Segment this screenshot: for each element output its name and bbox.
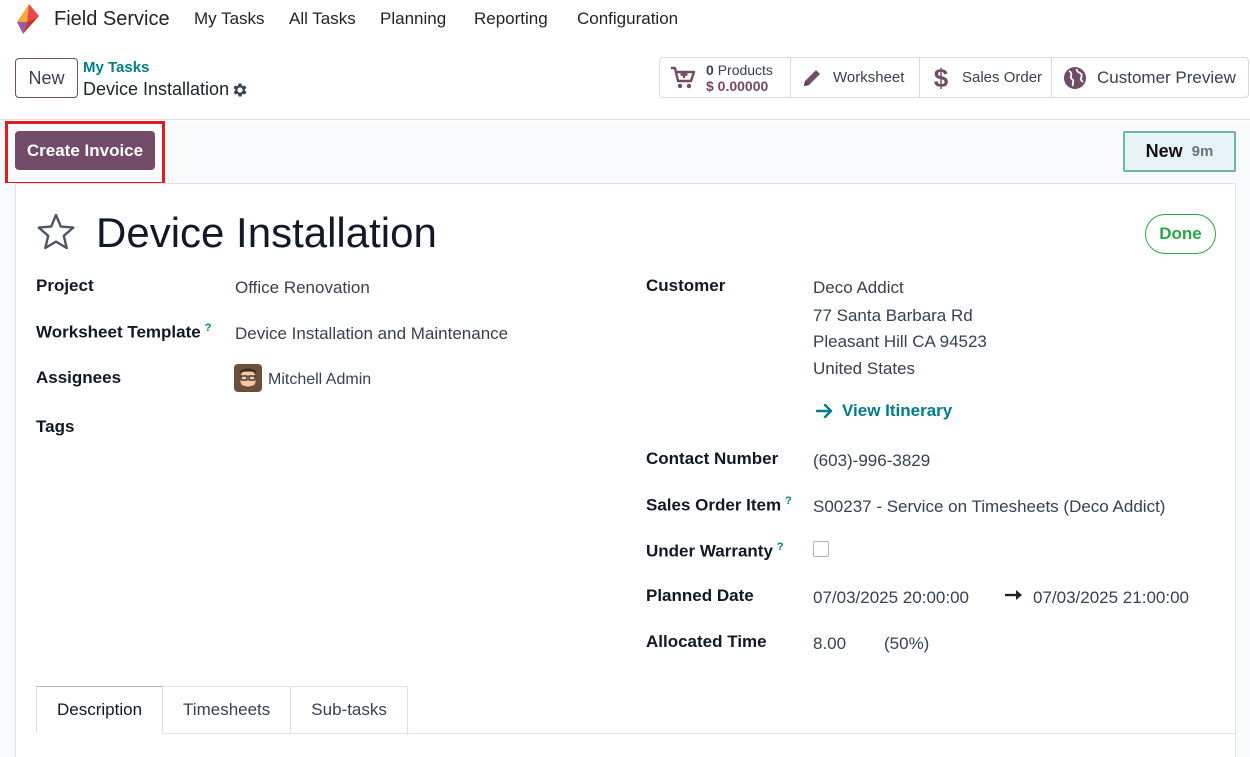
tab-sub-tasks[interactable]: Sub-tasks xyxy=(291,686,408,734)
sales-order-smart-button[interactable]: $ Sales Order xyxy=(920,58,1052,97)
address-country: United States xyxy=(813,359,916,378)
menu-planning[interactable]: Planning xyxy=(380,9,446,29)
worksheet-template-label-text: Worksheet Template xyxy=(36,322,201,342)
breadcrumb-my-tasks[interactable]: My Tasks xyxy=(83,59,149,76)
planned-date-end[interactable]: 07/03/2025 21:00:00 xyxy=(1033,588,1189,608)
view-itinerary-button[interactable]: View Itinerary xyxy=(816,401,952,421)
worksheet-label: Worksheet xyxy=(833,69,905,86)
tab-description[interactable]: Description xyxy=(36,686,164,734)
tags-label: Tags xyxy=(36,417,75,436)
star-icon[interactable] xyxy=(36,212,76,252)
products-amount: $ 0.00000 xyxy=(706,77,769,94)
app-name[interactable]: Field Service xyxy=(54,8,170,31)
breadcrumb-current: Device Installation xyxy=(83,79,230,99)
under-warranty-label-text: Under Warranty xyxy=(646,541,773,561)
svg-text:$: $ xyxy=(934,64,949,92)
worksheet-template-field[interactable]: Device Installation and Maintenance xyxy=(235,324,508,344)
worksheet-template-label: Worksheet Template? xyxy=(36,322,211,343)
task-title[interactable]: Device Installation xyxy=(96,209,437,257)
allocated-percent: (50%) xyxy=(884,634,930,653)
customer-label: Customer xyxy=(646,276,726,295)
contact-number-field[interactable]: (603)-996-3829 xyxy=(813,451,930,471)
sales-order-item-label-text: Sales Order Item xyxy=(646,495,782,515)
avatar xyxy=(234,364,262,392)
address-line2: Pleasant Hill CA 94523 xyxy=(813,332,987,351)
stage-label: New xyxy=(1145,141,1183,161)
worksheet-smart-button[interactable]: Worksheet xyxy=(791,58,920,97)
customer-preview-label: Customer Preview xyxy=(1097,67,1236,87)
globe-icon xyxy=(1052,66,1097,90)
help-icon[interactable]: ? xyxy=(777,541,784,553)
menu-reporting[interactable]: Reporting xyxy=(474,9,548,29)
address-line1: 77 Santa Barbara Rd xyxy=(813,306,973,325)
allocated-time-label: Allocated Time xyxy=(646,632,767,651)
arrow-right-icon xyxy=(816,403,833,419)
under-warranty-label: Under Warranty? xyxy=(646,541,784,562)
menu-configuration[interactable]: Configuration xyxy=(577,9,678,29)
form-sheet xyxy=(15,183,1236,757)
products-count: 0 xyxy=(706,61,714,78)
project-label: Project xyxy=(36,276,94,295)
state-done-badge[interactable]: Done xyxy=(1145,214,1216,254)
status-bar: Create Invoice New 9m xyxy=(0,121,1250,185)
sales-order-item-label: Sales Order Item? xyxy=(646,495,792,516)
customer-field[interactable]: Deco Addict xyxy=(813,278,904,298)
control-panel: New My Tasks Device Installation 0 Produ… xyxy=(0,40,1250,120)
menu-all-tasks[interactable]: All Tasks xyxy=(289,9,356,29)
planned-date-label: Planned Date xyxy=(646,586,754,605)
sales-order-label: Sales Order xyxy=(962,69,1043,86)
smart-buttons: 0 Products $ 0.00000 Worksheet $ Sales O… xyxy=(659,57,1249,98)
planned-date-start[interactable]: 07/03/2025 20:00:00 xyxy=(813,588,969,608)
contact-number-label: Contact Number xyxy=(646,449,779,468)
highlight-annotation xyxy=(5,121,165,185)
cart-icon xyxy=(660,66,706,90)
assignees-label: Assignees xyxy=(36,368,122,387)
tab-timesheets[interactable]: Timesheets xyxy=(163,686,292,734)
gear-icon[interactable] xyxy=(231,81,249,99)
new-button[interactable]: New xyxy=(15,58,78,98)
customer-preview-smart-button[interactable]: Customer Preview xyxy=(1052,58,1248,97)
top-navbar: Field Service My Tasks All Tasks Plannin… xyxy=(0,0,1250,40)
project-field[interactable]: Office Renovation xyxy=(235,278,370,298)
field-service-logo-icon[interactable] xyxy=(14,3,42,35)
tabs-divider xyxy=(409,733,1235,734)
help-icon[interactable]: ? xyxy=(785,495,792,507)
under-warranty-checkbox[interactable] xyxy=(813,541,829,557)
long-arrow-right-icon xyxy=(1005,590,1022,600)
stage-new-button[interactable]: New 9m xyxy=(1123,131,1236,172)
allocated-hours-field[interactable]: 8.00 xyxy=(813,634,846,654)
assignee-name[interactable]: Mitchell Admin xyxy=(268,371,371,389)
pencil-icon xyxy=(791,67,833,89)
dollar-icon: $ xyxy=(920,64,962,92)
help-icon[interactable]: ? xyxy=(205,322,212,334)
products-label: Products xyxy=(717,61,773,78)
view-itinerary-label: View Itinerary xyxy=(842,401,953,420)
menu-my-tasks[interactable]: My Tasks xyxy=(194,9,265,29)
sales-order-item-field[interactable]: S00237 - Service on Timesheets (Deco Add… xyxy=(813,497,1165,517)
notebook-tabs: Description Timesheets Sub-tasks xyxy=(36,686,408,734)
stage-duration: 9m xyxy=(1191,143,1214,160)
products-smart-button[interactable]: 0 Products $ 0.00000 xyxy=(660,58,791,97)
